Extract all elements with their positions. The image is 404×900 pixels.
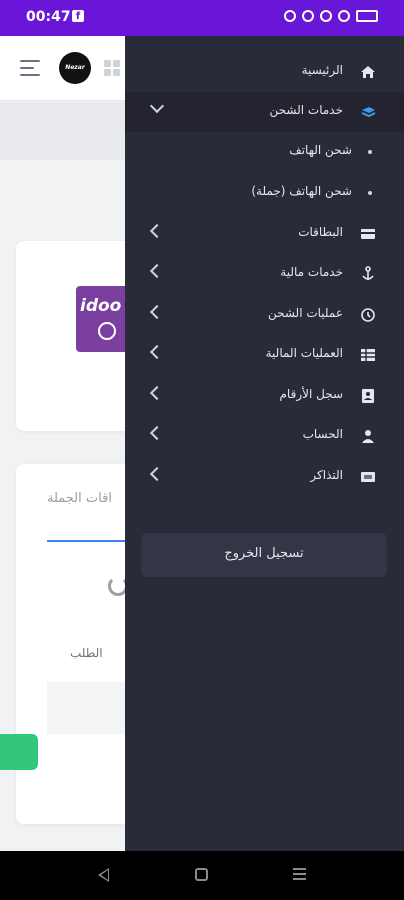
drawer-item-tickets[interactable]: التذاكر (125, 457, 404, 497)
logout-label: تسجيل الخروج (224, 546, 304, 561)
chevron-left-icon (149, 425, 165, 441)
drawer-item-label: عمليات الشحن (267, 306, 343, 320)
chevron-left-icon (149, 344, 165, 360)
status-time: 00:47 (26, 9, 71, 25)
drawer-subitem-bulk-phone-recharge[interactable]: شحن الهاتف (جملة) (125, 173, 404, 213)
recents-icon[interactable] (293, 868, 306, 882)
status-bar: 00:47 f (0, 0, 404, 36)
wifi-icon (98, 322, 116, 340)
active-tab-indicator (47, 540, 137, 542)
drawer-item-financial-services[interactable]: خدمات مالية (125, 254, 404, 294)
anchor-icon (362, 266, 374, 280)
chevron-left-icon (149, 304, 165, 320)
order-input[interactable] (47, 682, 137, 734)
home-icon (361, 66, 375, 78)
logout-button[interactable]: تسجيل الخروج (141, 533, 387, 577)
drawer-item-label: التذاكر (310, 468, 343, 482)
status-icons (284, 10, 378, 22)
chevron-left-icon (149, 466, 165, 482)
chevron-left-icon (149, 263, 165, 279)
history-icon (361, 308, 375, 322)
drawer-subitem-label: شحن الهاتف (جملة) (251, 184, 352, 198)
bullet-icon (368, 191, 372, 195)
drawer-item-numbers-log[interactable]: سجل الأرقام (125, 376, 404, 416)
drawer-item-label: خدمات الشحن (269, 103, 344, 117)
drawer-item-financial-operations[interactable]: العمليات المالية (125, 335, 404, 375)
alarm-icon (284, 10, 296, 22)
chevron-down-icon (149, 98, 165, 114)
app-logo: Nezar (59, 52, 91, 84)
layers-icon (361, 107, 376, 118)
chevron-left-icon (149, 223, 165, 239)
chevron-left-icon (149, 385, 165, 401)
drawer-item-account[interactable]: الحساب (125, 416, 404, 456)
drawer-item-label: الرئيسية (301, 63, 343, 77)
tab-bulk-cards[interactable]: اقات الجملة (47, 491, 112, 506)
wifi-icon (320, 10, 332, 22)
system-navigation-bar (0, 851, 404, 900)
drawer-item-label: العمليات المالية (265, 346, 343, 360)
drawer-item-label: الحساب (302, 427, 343, 441)
drawer-item-label: البطاقات (298, 225, 343, 239)
table-icon (361, 349, 375, 361)
dnd-icon (302, 10, 314, 22)
drawer-item-label: خدمات مالية (280, 265, 343, 279)
drawer-item-charging-services[interactable]: خدمات الشحن (125, 92, 404, 132)
grid-icon[interactable] (104, 60, 120, 76)
menu-icon[interactable] (20, 60, 40, 76)
drawer-subitem-label: شحن الهاتف (289, 143, 352, 157)
signal-icon (338, 10, 350, 22)
drawer-item-label: سجل الأرقام (279, 387, 344, 401)
ticket-icon (361, 472, 375, 482)
drawer-item-cards[interactable]: البطاقات (125, 214, 404, 254)
drawer-subitem-phone-recharge[interactable]: شحن الهاتف (125, 132, 404, 172)
order-label: الطلب (70, 646, 103, 660)
bullet-icon (368, 150, 372, 154)
drawer-item-home[interactable]: الرئيسية (125, 52, 404, 92)
navigation-drawer: الرئيسية خدمات الشحن شحن الهاتف شحن الها… (125, 36, 404, 851)
facebook-notification-icon: f (72, 10, 84, 22)
user-icon (362, 430, 374, 443)
home-nav-icon[interactable] (195, 868, 208, 881)
battery-icon (356, 10, 378, 22)
back-icon[interactable] (98, 868, 109, 882)
card-icon (361, 229, 375, 239)
idoom-brand: idoo (80, 296, 122, 316)
submit-button[interactable] (0, 734, 38, 770)
drawer-item-charging-operations[interactable]: عمليات الشحن (125, 295, 404, 335)
contacts-icon (362, 389, 374, 403)
